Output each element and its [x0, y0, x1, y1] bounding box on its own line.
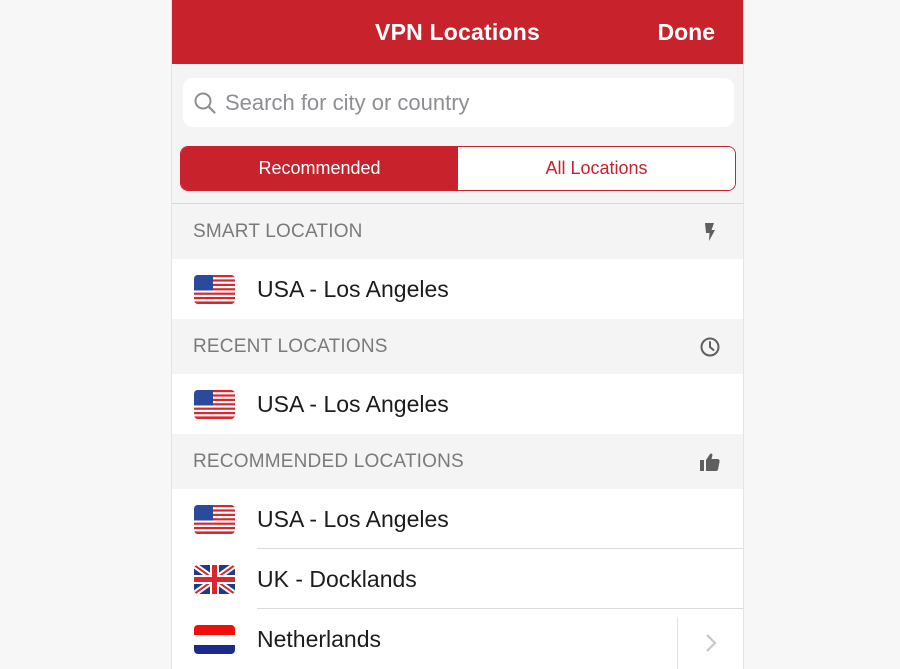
uk-flag-icon — [194, 564, 235, 594]
usa-flag-icon — [194, 274, 235, 304]
section-header-recent-locations: RECENT LOCATIONS — [172, 319, 743, 374]
section-title: SMART LOCATION — [193, 220, 363, 242]
navigation-bar: VPN Locations Done — [172, 0, 743, 64]
location-name: UK - Docklands — [257, 565, 417, 592]
search-icon — [194, 92, 216, 114]
location-row[interactable]: UK - Docklands — [172, 549, 743, 609]
location-row-expandable[interactable]: Netherlands — [172, 609, 743, 669]
clock-icon — [700, 337, 720, 356]
location-name: USA - Los Angeles — [257, 275, 449, 302]
search-field[interactable] — [183, 78, 734, 127]
locations-list: SMART LOCATION USA - Los Angeles RECENT … — [172, 203, 743, 669]
location-name: USA - Los Angeles — [257, 505, 449, 532]
location-row[interactable]: USA - Los Angeles — [172, 259, 743, 319]
thumbs-up-icon — [700, 452, 720, 471]
section-header-recommended-locations: RECOMMENDED LOCATIONS — [172, 434, 743, 489]
usa-flag-icon — [194, 389, 235, 419]
done-button[interactable]: Done — [658, 19, 716, 46]
location-name: USA - Los Angeles — [257, 390, 449, 417]
vpn-locations-screen: VPN Locations Done Recommended All Locat… — [171, 0, 744, 669]
chevron-right-icon — [705, 634, 717, 652]
section-header-smart-location: SMART LOCATION — [172, 204, 743, 259]
location-tabs: Recommended All Locations — [180, 146, 736, 191]
tab-recommended[interactable]: Recommended — [181, 147, 458, 190]
netherlands-flag-icon — [194, 624, 235, 654]
location-row[interactable]: USA - Los Angeles — [172, 489, 743, 549]
location-row[interactable]: USA - Los Angeles — [172, 374, 743, 434]
usa-flag-icon — [194, 504, 235, 534]
search-input[interactable] — [225, 89, 705, 116]
expand-button[interactable] — [677, 617, 743, 669]
lightning-bolt-icon — [705, 222, 715, 241]
location-name: Netherlands — [257, 625, 382, 652]
section-title: RECOMMENDED LOCATIONS — [193, 450, 464, 472]
section-title: RECENT LOCATIONS — [193, 335, 388, 357]
tab-all-locations[interactable]: All Locations — [458, 147, 735, 190]
